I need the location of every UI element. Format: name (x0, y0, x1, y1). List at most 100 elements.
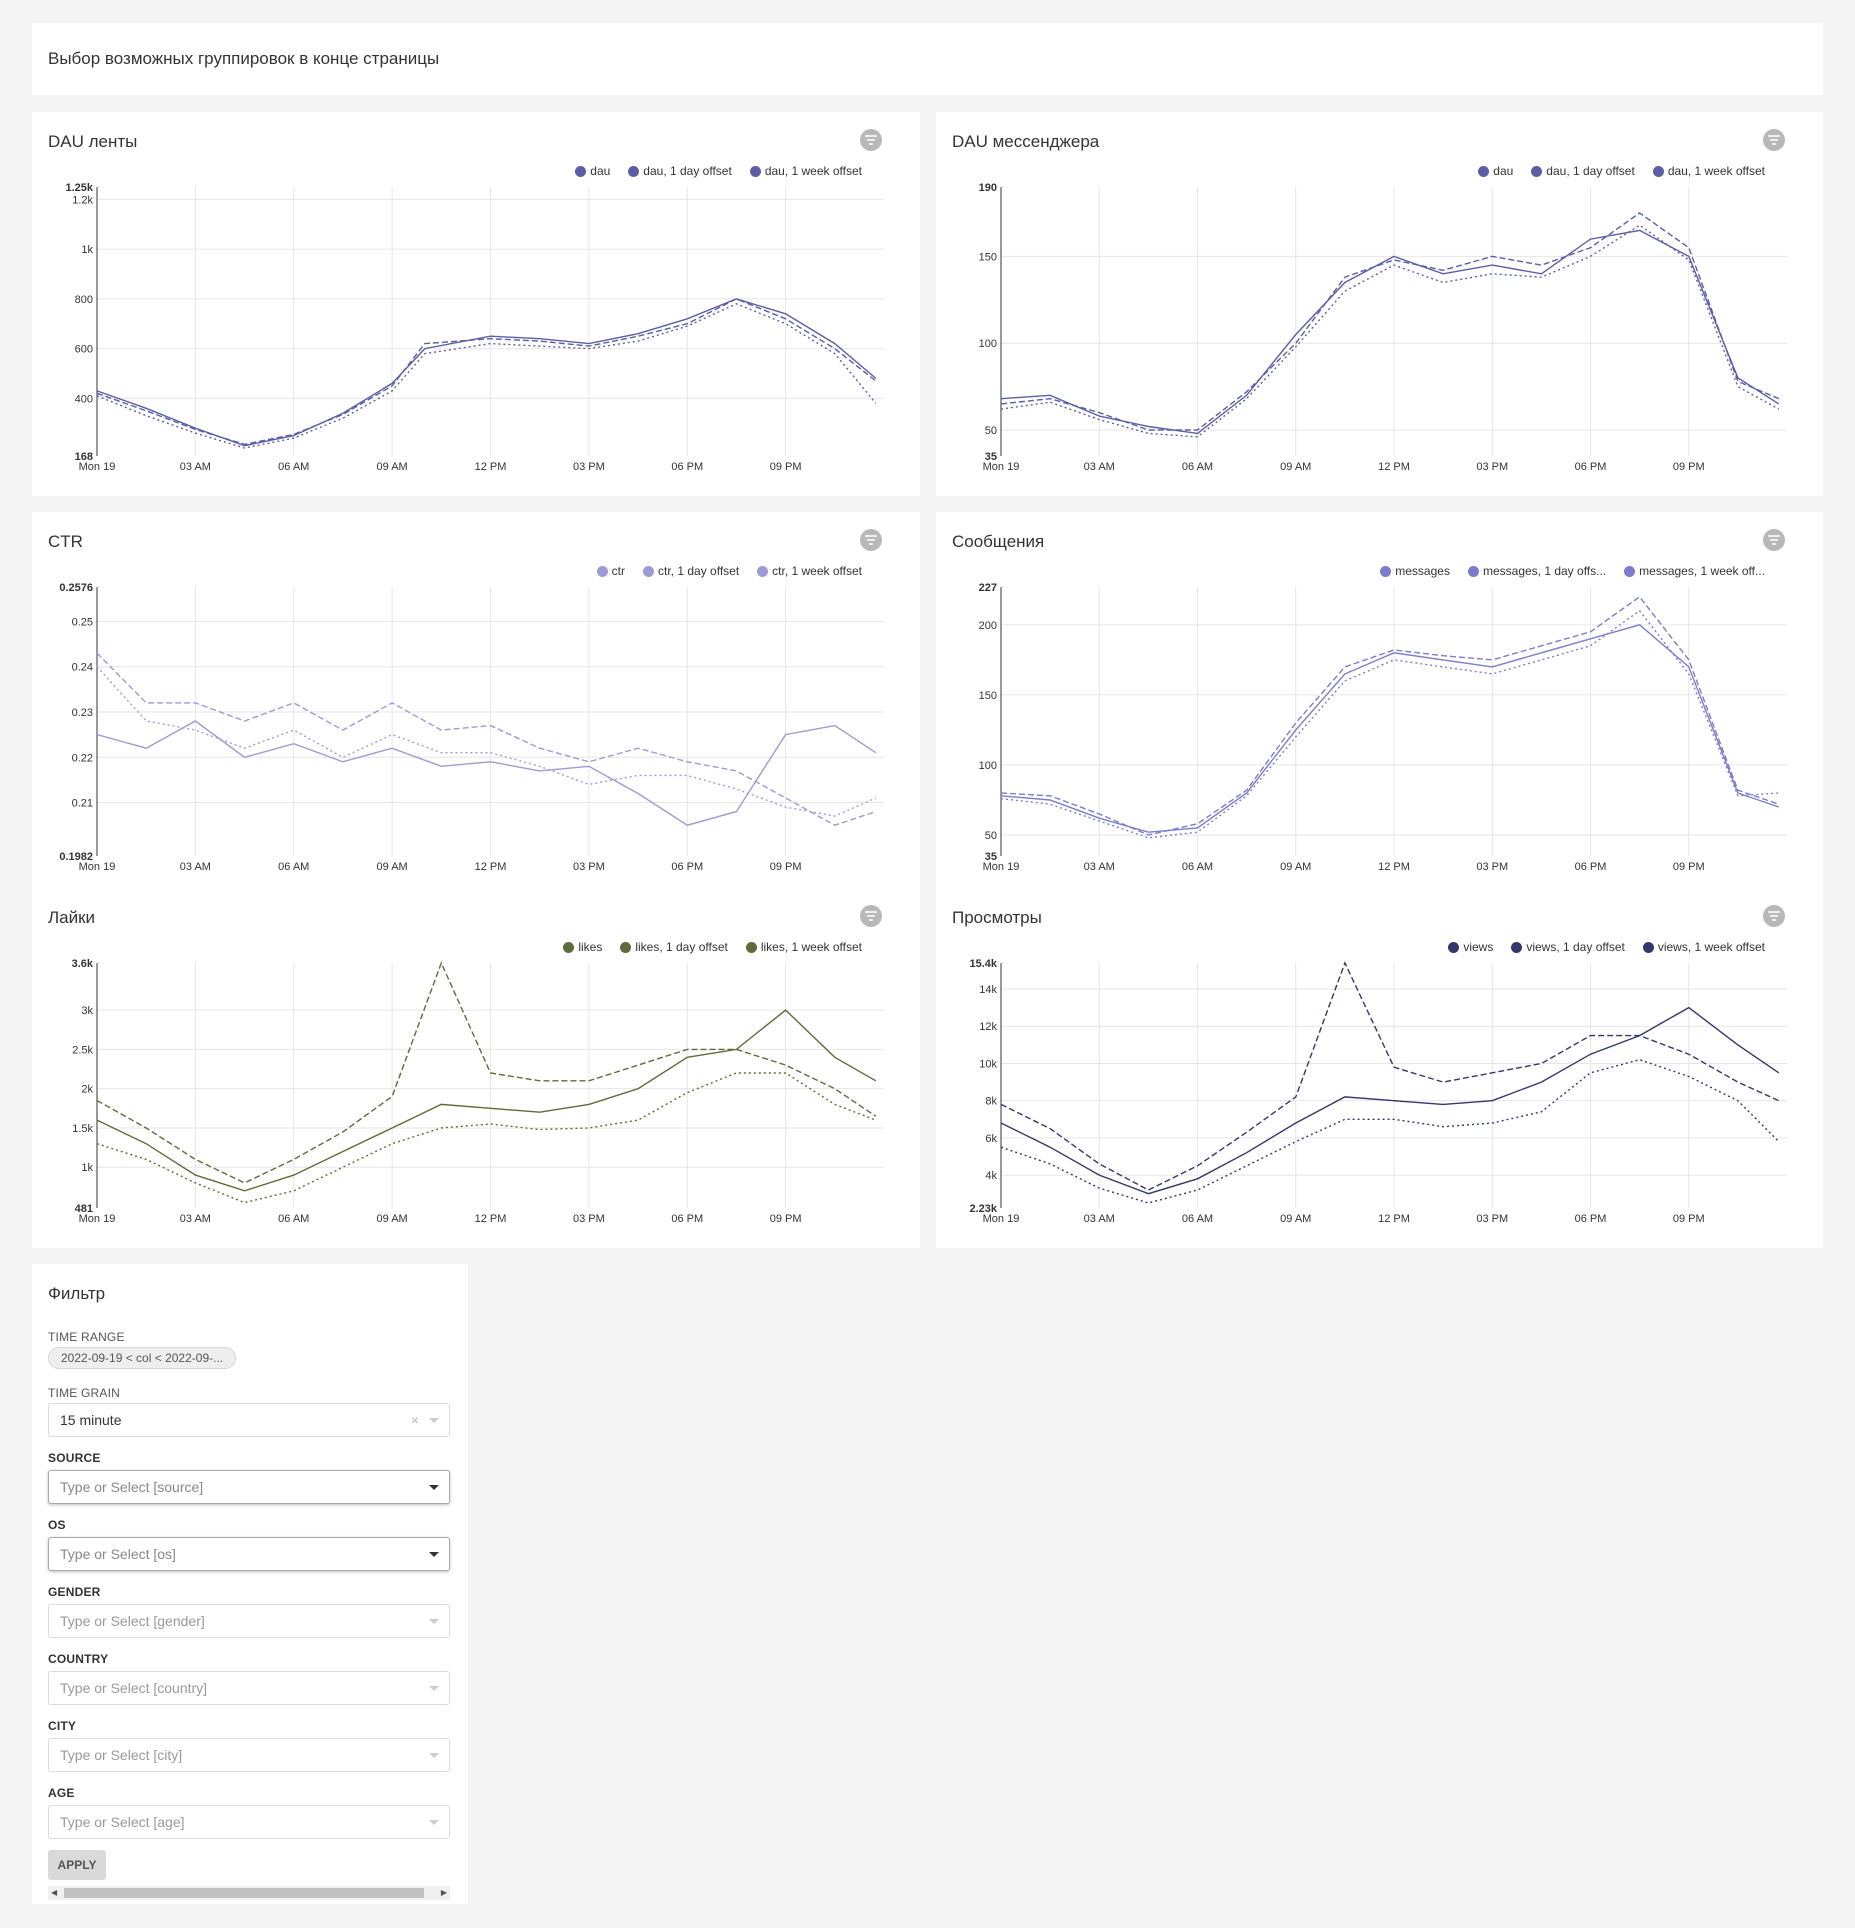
chevron-down-icon (429, 1552, 439, 1557)
x-tick-label: 12 PM (1378, 1213, 1410, 1225)
source-placeholder: Type or Select [source] (60, 1479, 204, 1495)
line-chart: Mon 19 03 AM 06 AM 09 AM 12 PM 03 PM 06 PM 09 P… (72, 958, 884, 1225)
series-line (96, 303, 877, 449)
x-tick-label: 06 PM (671, 461, 703, 473)
y-tick-label: 2k (81, 1084, 93, 1096)
x-tick-label: 12 PM (1378, 461, 1410, 473)
source-select[interactable]: Type or Select [source] (48, 1470, 450, 1504)
filter-title: Фильтр (48, 1284, 106, 1303)
y-tick-label: 190 (979, 182, 997, 194)
chart-card-ctr: CTR ctr ctr, 1 day offset ctr, 1 week offs… (32, 512, 920, 896)
clear-icon[interactable]: × (411, 1412, 419, 1428)
y-tick-label: 800 (75, 294, 93, 306)
series-line (96, 666, 877, 817)
country-select[interactable]: Type or Select [country] (48, 1671, 450, 1705)
y-tick-label: 50 (985, 830, 997, 842)
x-tick-label: 03 PM (1476, 861, 1508, 873)
x-tick-label: 06 PM (671, 861, 703, 873)
x-tick-label: 06 PM (671, 1213, 703, 1225)
y-tick-label: 15.4k (969, 958, 997, 970)
y-tick-label: 1.2k (72, 194, 93, 206)
y-tick-label: 4k (985, 1170, 997, 1182)
line-chart: Mon 19 03 AM 06 AM 09 AM 12 PM 03 PM 06 PM 09 P… (969, 958, 1787, 1225)
x-tick-label: 06 AM (1182, 1213, 1213, 1225)
y-tick-label: 10k (979, 1058, 997, 1070)
x-tick-label: 09 PM (1673, 1213, 1705, 1225)
series-line (96, 1072, 877, 1204)
x-tick-label: 12 PM (475, 461, 507, 473)
y-tick-label: 400 (75, 393, 93, 405)
y-tick-label: 481 (75, 1203, 93, 1215)
age-select[interactable]: Type or Select [age] (48, 1805, 450, 1839)
x-tick-label: 06 AM (278, 461, 309, 473)
country-placeholder: Type or Select [country] (60, 1680, 208, 1696)
y-tick-label: 3.6k (72, 958, 94, 970)
header-text: Выбор возможных группировок в конце стра… (48, 49, 440, 68)
y-tick-label: 0.23 (72, 707, 93, 719)
y-tick-label: 0.25 (72, 616, 93, 628)
series-line (96, 720, 877, 826)
x-tick-label: 03 AM (180, 461, 211, 473)
city-select[interactable]: Type or Select [city] (48, 1738, 450, 1772)
y-tick-label: 50 (985, 425, 997, 437)
x-tick-label: 06 PM (1575, 1213, 1607, 1225)
os-placeholder: Type or Select [os] (60, 1546, 176, 1562)
chevron-down-icon (429, 1753, 439, 1758)
chart-card-likes: Лайки likes likes, 1 day offset likes, 1 w… (32, 888, 920, 1248)
os-label: OS (48, 1518, 66, 1532)
y-tick-label: 1k (81, 244, 93, 256)
os-select[interactable]: Type or Select [os] (48, 1537, 450, 1571)
y-tick-label: 100 (979, 338, 997, 350)
x-tick-label: 06 AM (1182, 461, 1213, 473)
x-tick-label: 03 PM (573, 861, 605, 873)
x-tick-label: 09 AM (377, 461, 408, 473)
scroll-left-icon[interactable]: ◀ (51, 1888, 57, 1897)
series-line (96, 652, 877, 826)
chart-card-dau-feed: DAU ленты dau dau, 1 day offset dau, 1 wee… (32, 112, 920, 496)
x-tick-label: 03 AM (1084, 1213, 1115, 1225)
y-tick-label: 0.24 (72, 662, 93, 674)
chart-card-views: Просмотры views views, 1 day offset views,… (936, 888, 1823, 1248)
time-grain-label: TIME GRAIN (48, 1386, 121, 1400)
series-line (1000, 961, 1780, 1191)
y-tick-label: 12k (979, 1021, 997, 1033)
scrollbar-thumb[interactable] (64, 1888, 424, 1898)
time-grain-select[interactable]: 15 minute × (48, 1403, 450, 1437)
series-line (96, 298, 877, 446)
chevron-down-icon (429, 1418, 439, 1423)
city-label: CITY (48, 1719, 77, 1733)
age-placeholder: Type or Select [age] (60, 1814, 185, 1830)
time-range-pill[interactable]: 2022-09-19 < col < 2022-09-... (48, 1347, 237, 1369)
chevron-down-icon (429, 1485, 439, 1490)
y-tick-label: 150 (979, 690, 997, 702)
apply-button[interactable]: APPLY (48, 1850, 106, 1880)
chart-card-dau-messenger: DAU мессенджера dau dau, 1 day offset dau,… (936, 112, 1823, 496)
country-label: COUNTRY (48, 1652, 109, 1666)
x-tick-label: 09 PM (770, 461, 802, 473)
y-tick-label: 1.25k (65, 182, 93, 194)
x-tick-label: 06 PM (1575, 861, 1607, 873)
scroll-right-icon[interactable]: ▶ (441, 1888, 447, 1897)
gender-select[interactable]: Type or Select [gender] (48, 1604, 450, 1638)
time-range-label: TIME RANGE (48, 1330, 125, 1344)
horizontal-scrollbar[interactable]: ◀ ▶ (48, 1886, 450, 1900)
series-line (1000, 212, 1780, 431)
x-tick-label: 09 AM (1280, 461, 1311, 473)
x-tick-label: 03 PM (1476, 1213, 1508, 1225)
time-grain-value: 15 minute (60, 1412, 122, 1428)
x-tick-label: 06 AM (278, 1213, 309, 1225)
chevron-down-icon (429, 1686, 439, 1691)
x-tick-label: 06 AM (1182, 861, 1213, 873)
x-tick-label: 09 AM (1280, 1213, 1311, 1225)
y-tick-label: 14k (979, 984, 997, 996)
y-tick-label: 8k (985, 1096, 997, 1108)
series-line (1000, 224, 1780, 438)
x-tick-label: 03 PM (573, 1213, 605, 1225)
x-tick-label: 03 PM (573, 461, 605, 473)
y-tick-label: 0.22 (72, 752, 93, 764)
y-tick-label: 227 (979, 582, 997, 594)
city-placeholder: Type or Select [city] (60, 1747, 183, 1763)
series-line (1000, 595, 1780, 836)
x-tick-label: 12 PM (1378, 861, 1410, 873)
y-tick-label: 3k (81, 1005, 93, 1017)
